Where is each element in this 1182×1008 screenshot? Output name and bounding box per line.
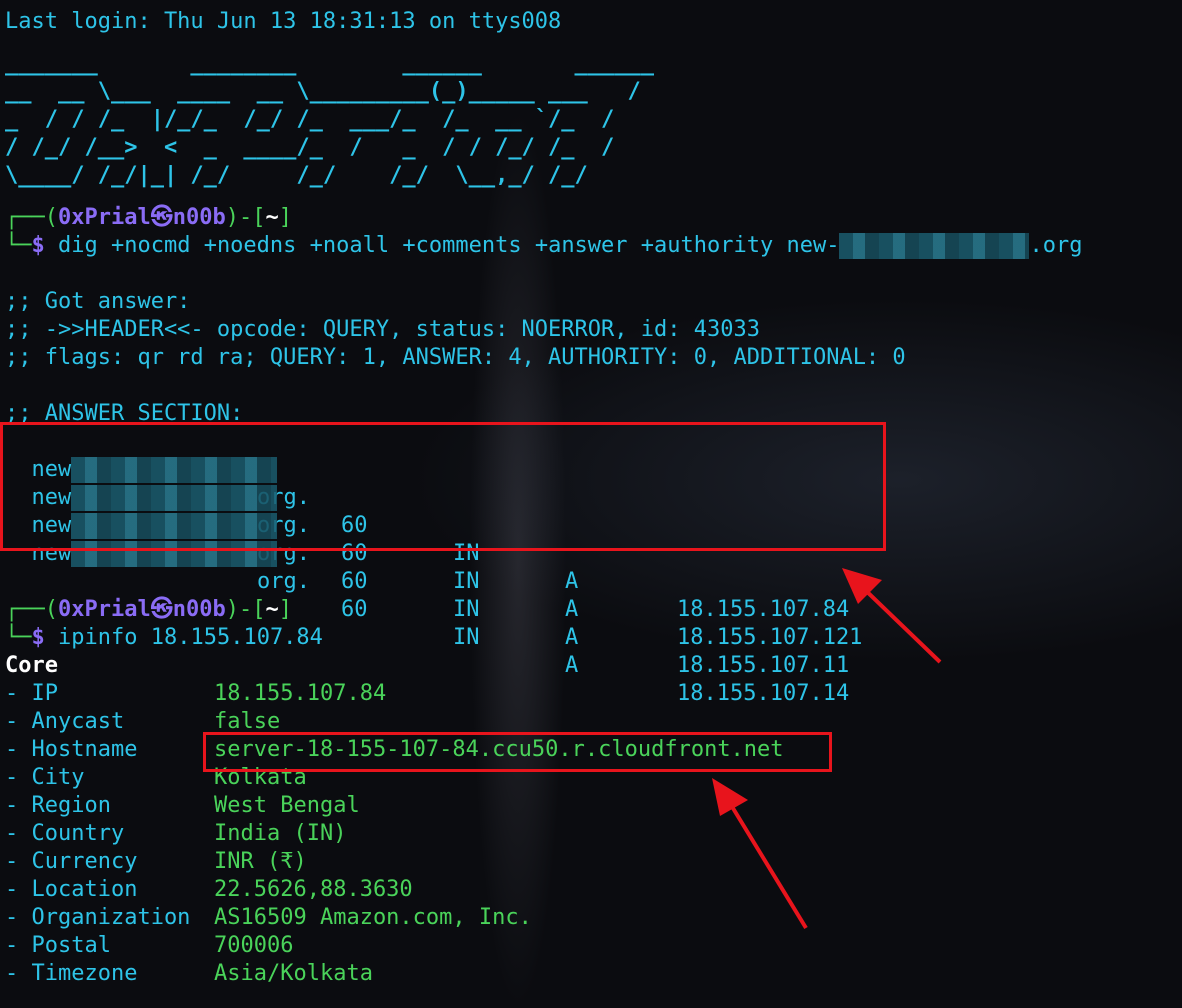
arrow-to-hostname	[712, 778, 808, 930]
arrow-to-answers	[842, 568, 942, 664]
annotation-arrows	[712, 568, 942, 930]
